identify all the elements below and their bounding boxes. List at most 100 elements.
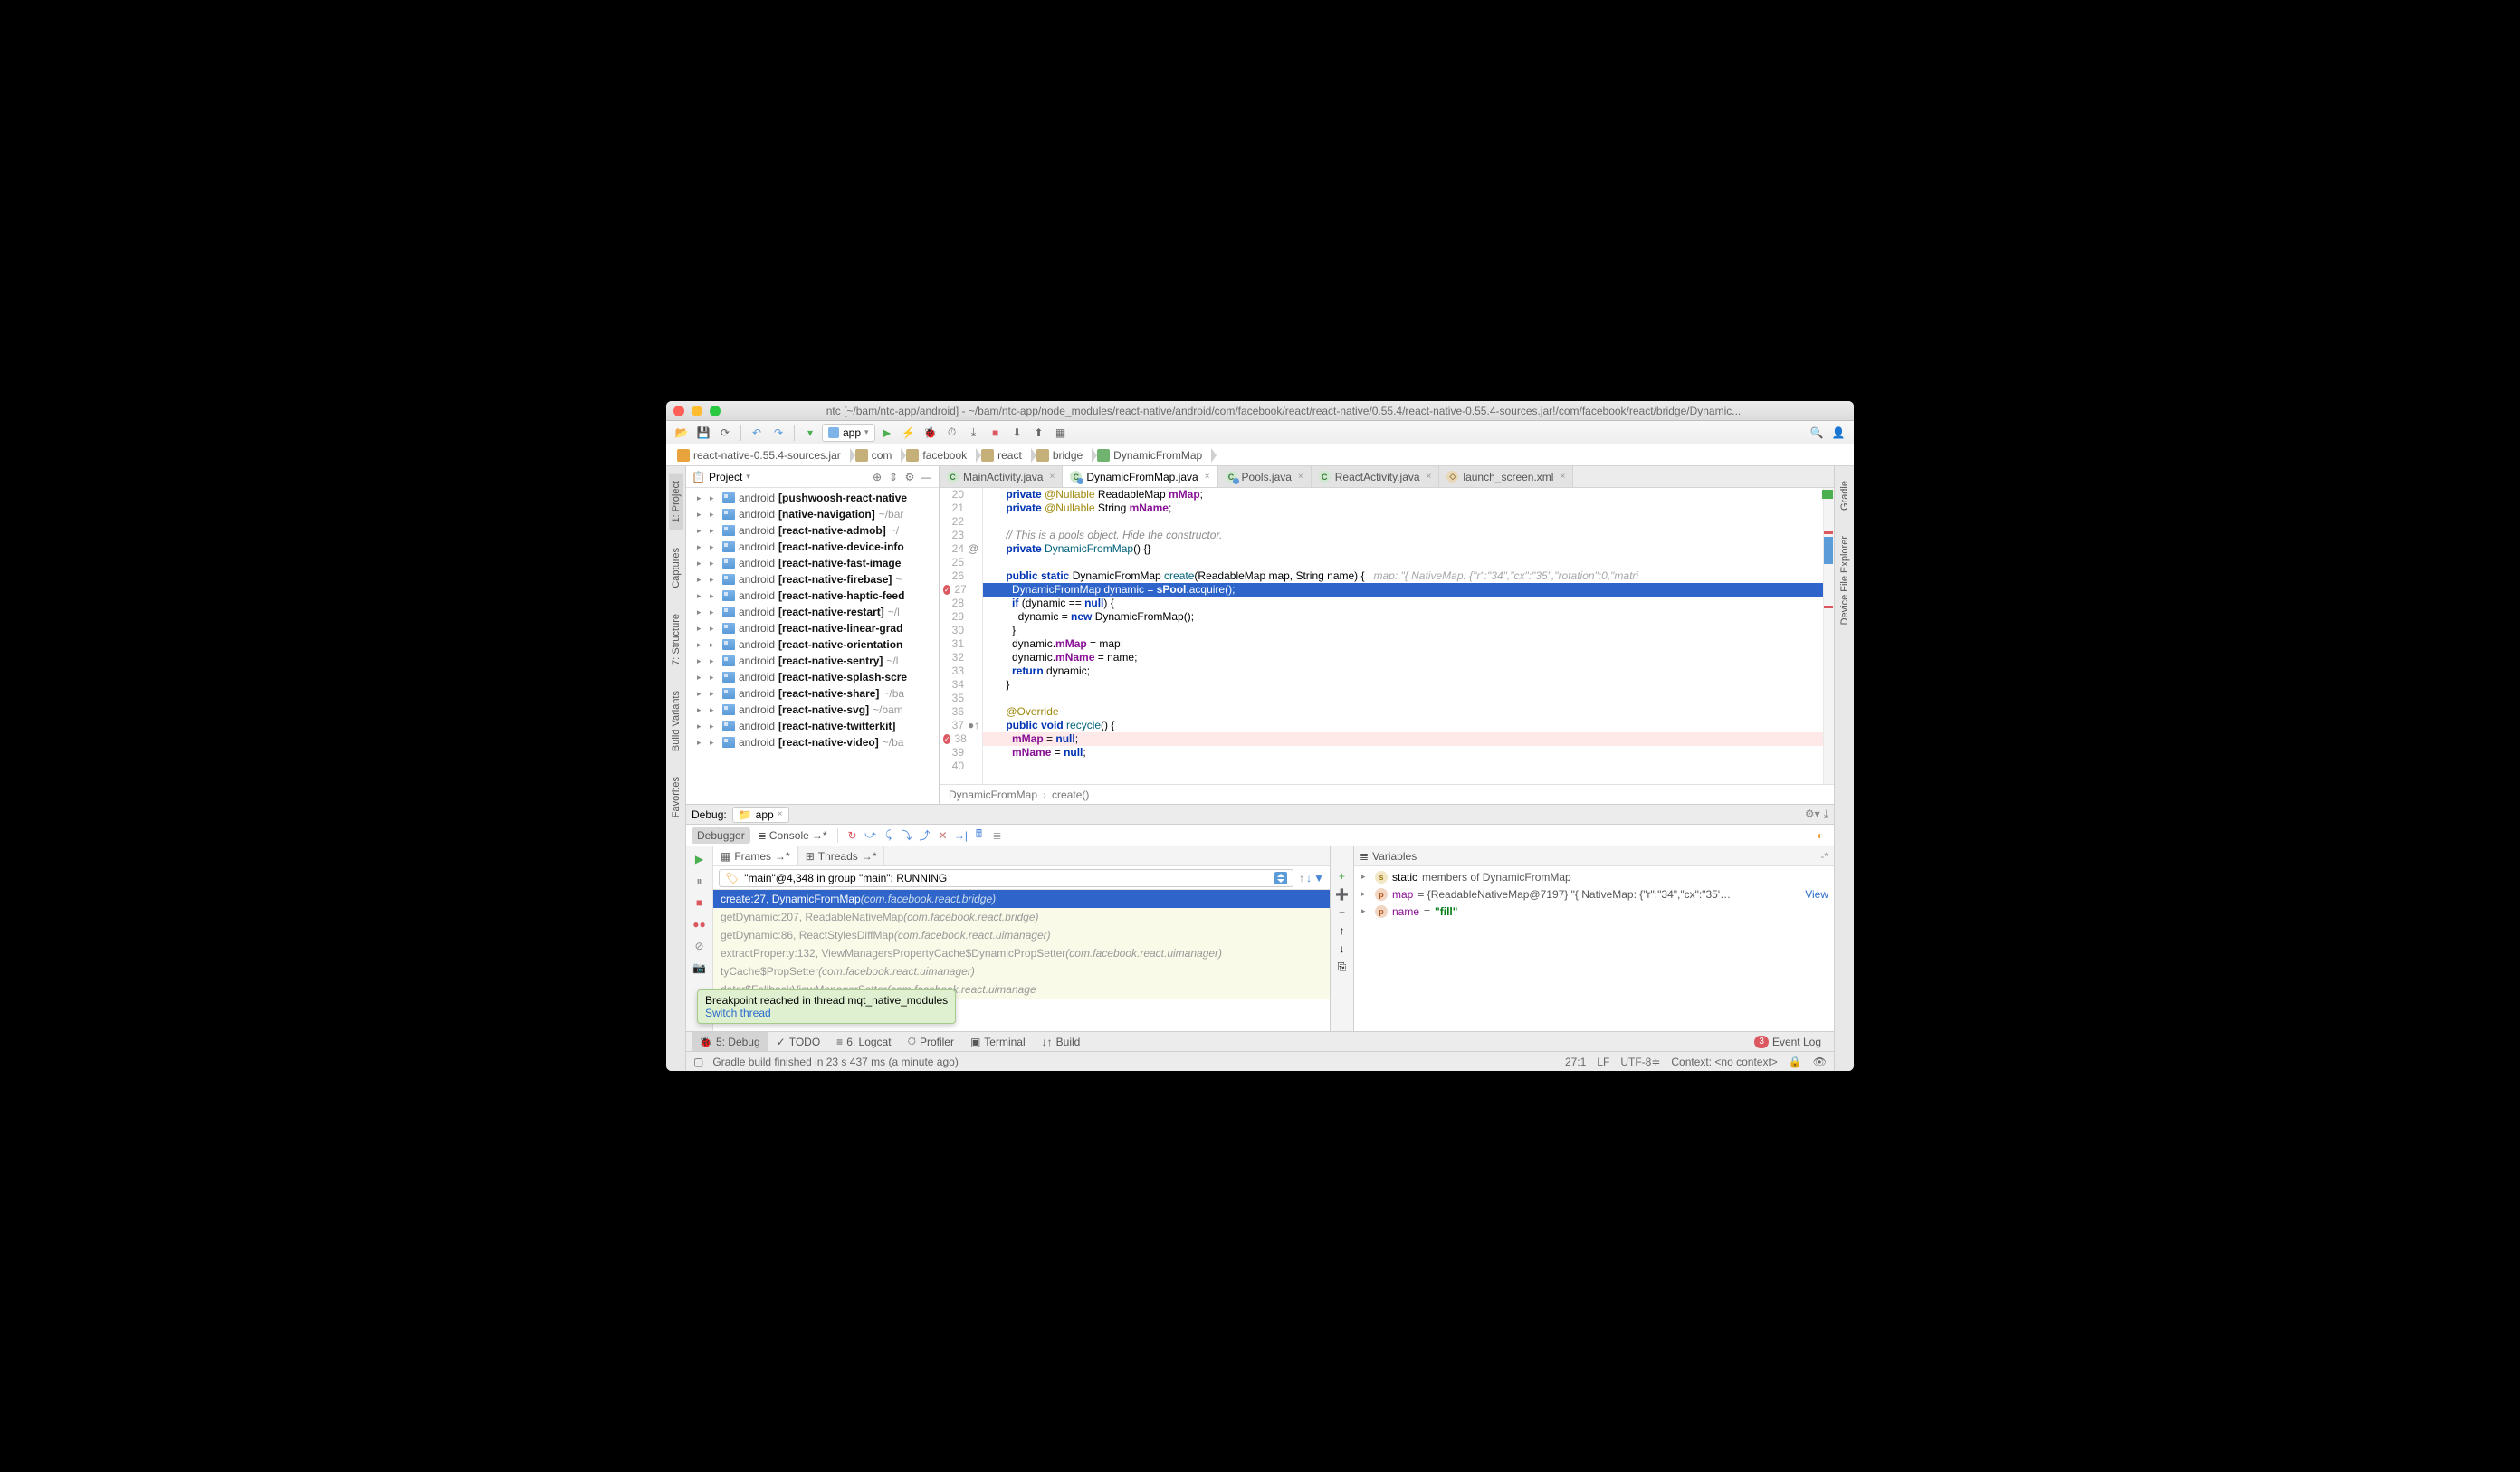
vcs-icon[interactable]: ⬇: [1007, 423, 1027, 443]
editor-tab[interactable]: CReactActivity.java×: [1312, 466, 1440, 487]
breadcrumb-item[interactable]: com: [850, 445, 902, 465]
step-over-icon[interactable]: ⤻: [862, 827, 878, 844]
thread-selector[interactable]: 🏷 "main"@4,348 in group "main": RUNNING: [719, 869, 1293, 887]
editor-tab[interactable]: CMainActivity.java×: [940, 466, 1063, 487]
stack-frame[interactable]: extractProperty:132, ViewManagersPropert…: [713, 944, 1330, 962]
project-tree-item[interactable]: ▸▸android [react-native-sentry] ~/l: [686, 653, 939, 669]
editor-breadcrumb[interactable]: DynamicFromMap›create(): [940, 784, 1834, 804]
project-tree-item[interactable]: ▸▸android [react-native-twitterkit]: [686, 718, 939, 734]
variables-tree[interactable]: ▸sstatic members of DynamicFromMap▸pmap …: [1354, 866, 1834, 1031]
context[interactable]: Context: <no context>: [1671, 1056, 1777, 1068]
overhead-icon[interactable]: ◐: [1812, 827, 1828, 844]
breadcrumb-item[interactable]: bridge: [1031, 445, 1092, 465]
evaluate-icon[interactable]: 🖩: [970, 827, 987, 844]
inspector-icon[interactable]: 👁: [1813, 1056, 1827, 1068]
frames-subtab[interactable]: ▦ Frames →*: [713, 846, 798, 865]
stack-frame[interactable]: getDynamic:207, ReadableNativeMap (com.f…: [713, 908, 1330, 926]
restore-layout-icon[interactable]: ⤓: [1824, 808, 1828, 821]
rail-build-variants[interactable]: Build Variants: [669, 683, 683, 759]
project-tree-item[interactable]: ▸▸android [native-navigation] ~/bar: [686, 506, 939, 522]
threads-subtab[interactable]: ⊞ Threads →*: [798, 846, 885, 865]
project-tree-item[interactable]: ▸▸android [react-native-orientation: [686, 636, 939, 653]
project-tree-item[interactable]: ▸▸android [react-native-video] ~/ba: [686, 734, 939, 750]
breadcrumb-item[interactable]: react-native-0.55.4-sources.jar: [672, 445, 850, 465]
collapse-icon[interactable]: ⇕: [886, 470, 901, 484]
vcs-up-icon[interactable]: ⬆: [1029, 423, 1049, 443]
layout-icon[interactable]: ▦: [1051, 423, 1071, 443]
close-tab-icon[interactable]: ×: [1427, 472, 1432, 482]
remove-watch-icon[interactable]: −: [1339, 906, 1345, 919]
minimize-vars-icon[interactable]: -*: [1820, 850, 1828, 863]
next-frame-icon[interactable]: ↓: [1306, 872, 1312, 884]
error-stripe[interactable]: [1823, 488, 1834, 784]
project-tree-item[interactable]: ▸▸android [react-native-restart] ~/l: [686, 604, 939, 620]
zoom-window-button[interactable]: [710, 406, 721, 416]
variable-row[interactable]: ▸pmap = {ReadableNativeMap@7197} "{ Nati…: [1354, 885, 1834, 903]
target-icon[interactable]: ⊕: [870, 470, 884, 484]
profiler-icon[interactable]: ⏱: [942, 423, 962, 443]
attach-icon[interactable]: ⤓: [964, 423, 984, 443]
editor-tab[interactable]: CPools.java×: [1218, 466, 1312, 487]
debugger-tab[interactable]: Debugger: [692, 827, 750, 844]
debug-session-chip[interactable]: 📁app×: [732, 807, 789, 823]
bottom-build[interactable]: ↓↑ Build: [1035, 1032, 1088, 1051]
bottom-todo[interactable]: ✓ TODO: [769, 1032, 828, 1051]
drop-frame-icon[interactable]: ✕: [934, 827, 950, 844]
project-tree-item[interactable]: ▸▸android [react-native-admob] ~/: [686, 522, 939, 539]
gear-icon[interactable]: ⚙▾: [1805, 808, 1820, 821]
debug-button[interactable]: 🐞: [921, 423, 940, 443]
rail-device-explorer[interactable]: Device File Explorer: [1838, 529, 1852, 632]
gutter[interactable]: 2021222324@25262728293031323334353637●↑3…: [940, 488, 983, 784]
rail-project[interactable]: 1: Project: [669, 473, 683, 530]
stepper-icon[interactable]: [1274, 872, 1287, 884]
close-tab-icon[interactable]: ×: [1205, 472, 1210, 482]
minimize-window-button[interactable]: [692, 406, 702, 416]
avd-icon[interactable]: ▾: [800, 423, 820, 443]
code-editor[interactable]: private @Nullable ReadableMap mMap; priv…: [983, 488, 1834, 784]
rail-gradle[interactable]: Gradle: [1838, 473, 1852, 518]
breadcrumb-item[interactable]: facebook: [901, 445, 976, 465]
variable-row[interactable]: ▸pname = "fill": [1354, 903, 1834, 920]
run-to-cursor-icon[interactable]: →|: [952, 827, 969, 844]
rerun-icon[interactable]: ↻: [844, 827, 860, 844]
down-icon[interactable]: ↓: [1340, 942, 1345, 955]
encoding[interactable]: UTF-8≑: [1620, 1056, 1660, 1068]
caret-position[interactable]: 27:1: [1565, 1056, 1586, 1068]
copy-icon[interactable]: ⎘: [1338, 961, 1347, 974]
run-config-selector[interactable]: app ▾: [822, 424, 875, 442]
console-tab[interactable]: ≣ Console →*: [752, 827, 833, 844]
bottom-profiler[interactable]: ⏱ Profiler: [901, 1032, 961, 1051]
prev-frame-icon[interactable]: ↑: [1299, 872, 1304, 884]
project-tree-item[interactable]: ▸▸android [react-native-device-info: [686, 539, 939, 555]
redo-icon[interactable]: ↷: [768, 423, 788, 443]
editor-tab[interactable]: ◇launch_screen.xml×: [1439, 466, 1573, 487]
project-view-selector[interactable]: 📋 Project ▾: [692, 471, 750, 483]
avatar-icon[interactable]: 👤: [1828, 423, 1848, 443]
resume-icon[interactable]: ▶: [691, 850, 709, 868]
rail-favorites[interactable]: Favorites: [669, 769, 683, 825]
gear-icon[interactable]: ⚙: [902, 470, 917, 484]
camera-icon[interactable]: 📷: [691, 959, 709, 977]
run-button[interactable]: ▶: [877, 423, 897, 443]
stop-debug-icon[interactable]: ■: [691, 894, 709, 912]
project-tree-item[interactable]: ▸▸android [pushwoosh-react-native: [686, 490, 939, 506]
force-step-into-icon[interactable]: ⤵: [898, 827, 914, 844]
up-icon[interactable]: ↑: [1340, 924, 1345, 937]
sync-icon[interactable]: ⟳: [715, 423, 735, 443]
filter-icon[interactable]: ▼: [1313, 872, 1324, 884]
open-icon[interactable]: 📂: [672, 423, 692, 443]
add-watch-icon[interactable]: +: [1339, 870, 1345, 883]
breadcrumb-item[interactable]: DynamicFromMap: [1092, 445, 1211, 465]
project-tree-item[interactable]: ▸▸android [react-native-haptic-feed: [686, 588, 939, 604]
undo-icon[interactable]: ↶: [747, 423, 767, 443]
line-separator[interactable]: LF: [1597, 1056, 1609, 1068]
bottom-logcat[interactable]: ≡ 6: Logcat: [829, 1032, 898, 1051]
variable-row[interactable]: ▸sstatic members of DynamicFromMap: [1354, 868, 1834, 885]
project-tree-item[interactable]: ▸▸android [react-native-svg] ~/bam: [686, 702, 939, 718]
close-tab-icon[interactable]: ×: [1049, 472, 1055, 482]
project-tree-item[interactable]: ▸▸android [react-native-firebase] ~: [686, 571, 939, 588]
titlebar[interactable]: ntc [~/bam/ntc-app/android] - ~/bam/ntc-…: [666, 401, 1854, 421]
bottom-terminal[interactable]: ▣ Terminal: [963, 1032, 1033, 1051]
step-out-icon[interactable]: ⤴: [916, 827, 932, 844]
apply-changes-icon[interactable]: ⚡: [899, 423, 919, 443]
